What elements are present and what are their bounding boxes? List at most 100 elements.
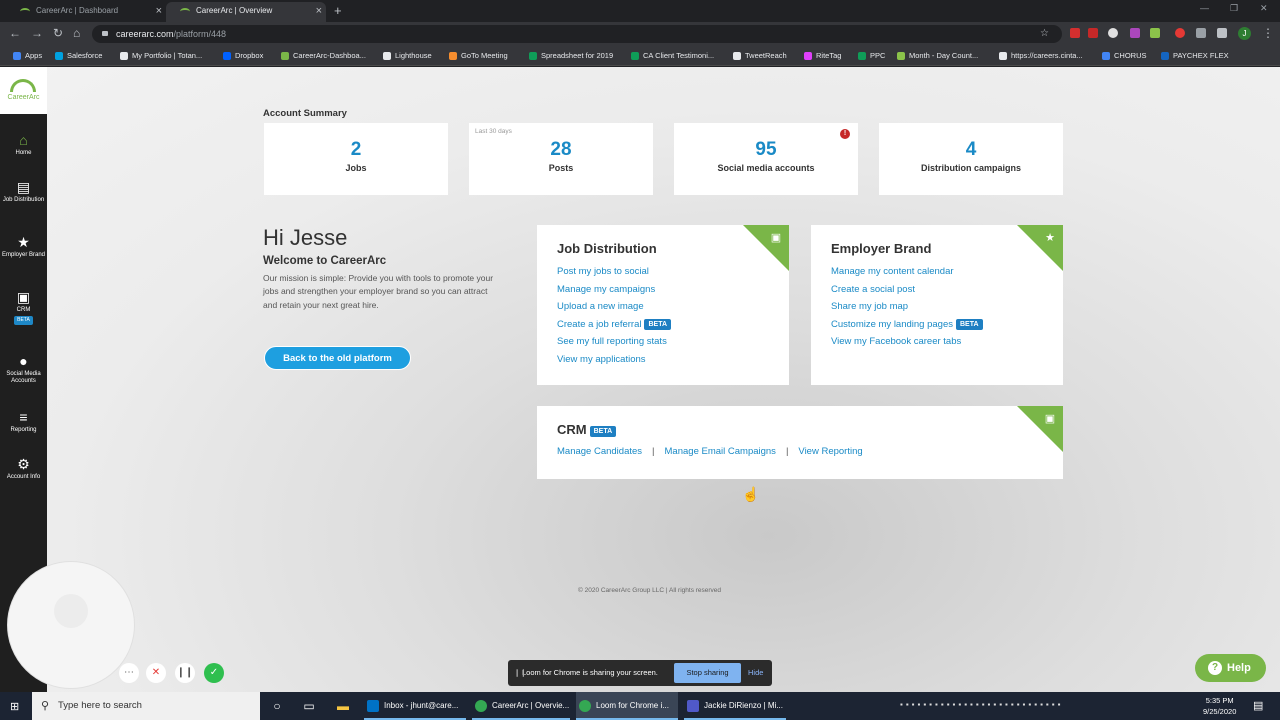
close-window-icon[interactable]: ✕ — [1260, 3, 1268, 14]
color-extension-icon[interactable] — [1130, 28, 1140, 38]
stop-sharing-button[interactable]: Stop sharing — [674, 663, 741, 683]
cancel-recording-icon[interactable]: ✕ — [146, 663, 166, 683]
windows-start-icon[interactable]: ⊞ — [10, 700, 19, 713]
hide-button[interactable]: Hide — [748, 660, 763, 686]
hand-cursor-icon: ☝ — [742, 486, 760, 502]
stat-distribution-campaigns[interactable]: 4 Distribution campaigns — [879, 123, 1063, 195]
back-arrow-icon[interactable]: ← — [9, 25, 21, 42]
bookmark-star-icon[interactable]: ☆ — [1040, 25, 1049, 42]
link-create-job-referral[interactable]: Create a job referral BETA — [557, 316, 672, 334]
finish-recording-icon[interactable]: ✓ — [204, 663, 224, 683]
bookmark-lighthouse[interactable]: Lighthouse — [383, 50, 432, 62]
bookmark-careers[interactable]: https://careers.cinta... — [999, 50, 1083, 62]
bookmark-tweetreach[interactable]: TweetReach — [733, 50, 787, 62]
taskbar-app-outlook[interactable]: Inbox - jhunt@care... — [364, 692, 466, 720]
bookmark-portfolio[interactable]: My Portfolio | Totan... — [120, 50, 202, 62]
stat-jobs[interactable]: 2 Jobs — [264, 123, 448, 195]
sidebar-item-label: Account Info — [6, 474, 41, 480]
loom-camera-bubble[interactable] — [7, 561, 135, 689]
job-distribution-links: Post my jobs to social Manage my campaig… — [557, 263, 672, 369]
careerarc-arc-icon — [10, 79, 36, 92]
taskbar-search[interactable]: ⚲ Type here to search — [32, 692, 260, 720]
bookmark-spreadsheet[interactable]: Spreadsheet for 2019 — [529, 50, 613, 62]
link-manage-campaigns[interactable]: Manage my campaigns — [557, 281, 671, 299]
taskbar-clock[interactable]: 5:35 PM 9/25/2020 — [1203, 695, 1236, 717]
sidebar-item-home[interactable]: ⌂ Home — [0, 133, 47, 157]
bookmark-paychex[interactable]: PAYCHEX FLEX — [1161, 50, 1229, 62]
bookmark-ppc[interactable]: PPC — [858, 50, 885, 62]
system-tray-icons[interactable]: ▪▪▪▪▪▪▪▪▪▪▪▪▪▪▪▪▪▪▪▪▪▪▪▪▪▪▪▪ — [900, 700, 1063, 709]
extension-icon[interactable] — [1150, 28, 1160, 38]
sidebar-item-job-distribution[interactable]: ▤ Job Distribution — [0, 180, 47, 204]
close-tab-icon[interactable]: × — [156, 2, 162, 20]
more-options-icon[interactable]: ⋯ — [119, 663, 139, 683]
puzzle-extensions-icon[interactable] — [1217, 28, 1227, 38]
sidebar-item-account-info[interactable]: ⚙ Account Info — [0, 457, 47, 481]
link-manage-email-campaigns[interactable]: Manage Email Campaigns — [665, 446, 776, 457]
link-manage-candidates[interactable]: Manage Candidates — [557, 446, 642, 457]
link-facebook-career-tabs[interactable]: View my Facebook career tabs — [831, 333, 983, 351]
bookmark-chorus[interactable]: CHORUS — [1102, 50, 1147, 62]
stat-social-accounts[interactable]: ! 95 Social media accounts — [674, 123, 858, 195]
link-view-reporting[interactable]: View Reporting — [798, 446, 862, 457]
sidebar-item-employer-brand[interactable]: ★ Employer Brand — [0, 235, 47, 259]
menu-dots-icon[interactable]: ⋮ — [1262, 25, 1274, 42]
bookmark-apps[interactable]: Apps — [13, 50, 42, 62]
screen-sharing-bar: ❙❙ Loom for Chrome is sharing your scree… — [508, 660, 772, 686]
maximize-icon[interactable]: ❐ — [1230, 3, 1238, 14]
careerarc-logo[interactable]: CareerArc — [0, 67, 47, 114]
crm-card: ▣ CRM BETA Manage Candidates | Manage Email… — [537, 406, 1063, 479]
back-to-old-platform-button[interactable]: Back to the old platform — [264, 346, 411, 370]
new-tab-button[interactable]: + — [334, 2, 342, 20]
tab-title: CareerArc | Overview — [196, 6, 273, 15]
tweetreach-icon — [733, 52, 741, 60]
loom-extension-icon[interactable] — [1175, 28, 1185, 38]
address-bar[interactable]: careerarc.com/platform/448 — [92, 25, 1062, 43]
pdf-extension-icon[interactable] — [1070, 28, 1080, 38]
tab-overview[interactable]: CareerArc | Overview × — [166, 2, 326, 22]
link-customize-landing-pages[interactable]: Customize my landing pages BETA — [831, 316, 983, 334]
extension-icon[interactable] — [1196, 28, 1206, 38]
taskbar-app-chrome-loom[interactable]: Loom for Chrome i... — [576, 692, 678, 720]
bookmark-testimonials[interactable]: CA Client Testimoni... — [631, 50, 714, 62]
link-content-calendar[interactable]: Manage my content calendar — [831, 263, 983, 281]
link-share-job-map[interactable]: Share my job map — [831, 298, 983, 316]
link-post-jobs[interactable]: Post my jobs to social — [557, 263, 671, 281]
sidebar-item-reporting[interactable]: ≡ Reporting — [0, 410, 47, 434]
link-upload-image[interactable]: Upload a new image — [557, 298, 671, 316]
stat-subtitle: Last 30 days — [475, 128, 512, 135]
greeting-heading: Hi Jesse — [263, 225, 348, 250]
bookmark-dropbox[interactable]: Dropbox — [223, 50, 263, 62]
bookmark-salesforce[interactable]: Salesforce — [55, 50, 102, 62]
file-explorer-icon[interactable]: ▬ — [335, 698, 351, 714]
forward-arrow-icon[interactable]: → — [31, 25, 43, 42]
link-view-applications[interactable]: View my applications — [557, 351, 671, 369]
bookmark-goto-meeting[interactable]: GoTo Meeting — [449, 50, 508, 62]
help-button[interactable]: ? Help — [1195, 654, 1266, 682]
taskbar-app-chrome-careerarc[interactable]: CareerArc | Overvie... — [472, 692, 570, 720]
cortana-icon[interactable]: ○ — [269, 698, 285, 714]
task-view-icon[interactable]: ▭ — [301, 698, 317, 714]
sidebar-item-crm[interactable]: ▣ CRM BETA — [0, 290, 47, 325]
bookmark-careerarc-dashboard[interactable]: CareerArc-Dashboa... — [281, 50, 366, 62]
pause-recording-icon[interactable]: ❙❙ — [175, 663, 195, 683]
bookmark-day-count[interactable]: Month - Day Count... — [897, 50, 978, 62]
profile-avatar[interactable]: J — [1238, 27, 1251, 40]
reload-icon[interactable]: ↻ — [53, 25, 63, 42]
bookmark-ritetag[interactable]: RiteTag — [804, 50, 841, 62]
home-icon[interactable]: ⌂ — [73, 25, 80, 42]
taskbar-app-teams[interactable]: Jackie DiRienzo | Mi... — [684, 692, 786, 720]
stat-posts[interactable]: Last 30 days 28 Posts — [469, 123, 653, 195]
link-reporting-stats[interactable]: See my full reporting stats — [557, 333, 671, 351]
close-tab-icon[interactable]: × — [316, 2, 322, 20]
adblock-extension-icon[interactable] — [1088, 28, 1098, 38]
drag-handle-icon[interactable]: ❙❙ — [514, 660, 527, 686]
sidebar-item-social-media[interactable]: ● Social Media Accounts — [0, 354, 47, 385]
mission-text: Our mission is simple: Provide you with … — [263, 273, 494, 310]
salesforce-icon — [55, 52, 63, 60]
extension-icon[interactable] — [1108, 28, 1118, 38]
link-create-social-post[interactable]: Create a social post — [831, 281, 983, 299]
tab-dashboard[interactable]: CareerArc | Dashboard × — [6, 2, 166, 22]
notification-icon[interactable]: ▤ — [1253, 699, 1263, 712]
minimize-icon[interactable]: — — [1200, 3, 1209, 13]
